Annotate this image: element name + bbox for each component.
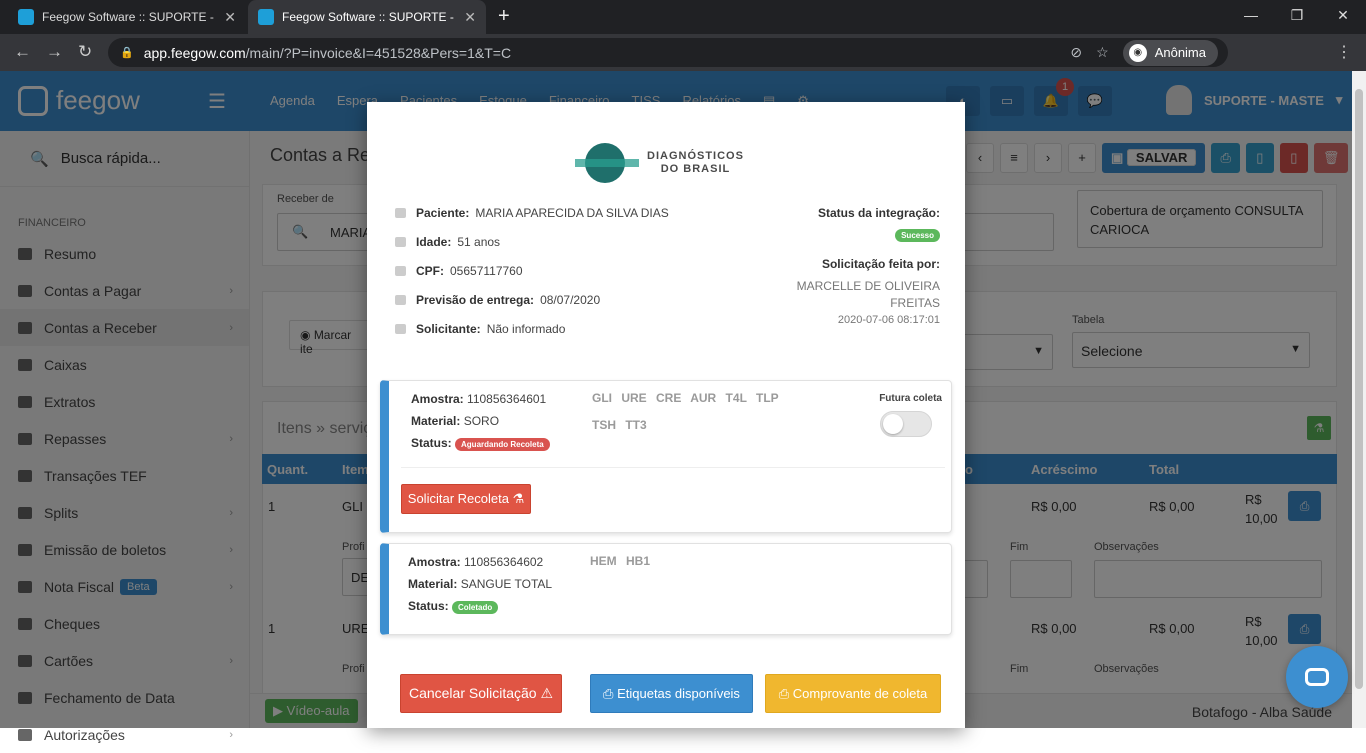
comprovante-button[interactable]: ⎙ Comprovante de coleta xyxy=(765,674,941,713)
browser-tab-2[interactable]: Feegow Software :: SUPORTE - M ✕ xyxy=(248,0,486,34)
scrollbar-thumb[interactable] xyxy=(1355,89,1363,689)
close-tab-icon[interactable]: ✕ xyxy=(464,9,476,26)
back-icon[interactable]: ← xyxy=(14,42,31,62)
feegow-favicon-icon xyxy=(258,9,274,25)
amostra-label: Amostra: xyxy=(411,392,464,406)
browser-menu-icon[interactable]: ⋮ xyxy=(1336,42,1352,62)
reload-icon[interactable]: ↻ xyxy=(78,42,92,62)
exam-list: HEM HB1 xyxy=(590,554,651,568)
solicitante-info: Solicitante: Não informado xyxy=(395,322,565,336)
stethoscope-icon xyxy=(395,324,406,334)
chat-widget-button[interactable] xyxy=(1286,646,1348,708)
incognito-icon: ◉ xyxy=(1128,43,1147,62)
warning-icon: ⚠ xyxy=(540,685,554,701)
url-host: app.feegow.com xyxy=(143,44,246,61)
etiquetas-button[interactable]: ⎙ Etiquetas disponíveis xyxy=(590,674,753,713)
sidebar-item-label: Autorizações xyxy=(44,726,125,743)
forward-icon[interactable]: → xyxy=(46,42,63,62)
sidebar-item-icon xyxy=(18,728,32,741)
tab-title: Feegow Software :: SUPORTE - M xyxy=(42,10,219,24)
material-label: Material: xyxy=(408,577,458,591)
futura-coleta-toggle[interactable] xyxy=(880,411,932,437)
material-value: SANGUE TOTAL xyxy=(460,577,553,591)
idade-label: Idade: xyxy=(416,235,452,249)
solicitacao-por-label: Solicitação feita por: xyxy=(821,257,940,271)
minimize-icon[interactable]: — xyxy=(1228,0,1274,34)
new-tab-icon[interactable]: + xyxy=(498,5,510,28)
eye-off-icon[interactable]: ⊘ xyxy=(1070,44,1082,61)
browser-tab-1[interactable]: Feegow Software :: SUPORTE - M ✕ xyxy=(8,0,246,34)
futura-coleta-label: Futura coleta xyxy=(879,393,942,404)
solicitar-recoleta-label: Solicitar Recoleta xyxy=(407,491,509,506)
previsao-info: Previsão de entrega: 08/07/2020 xyxy=(395,293,600,307)
star-icon[interactable]: ☆ xyxy=(1096,44,1109,61)
paciente-value: MARIA APARECIDA DA SILVA DIAS xyxy=(475,206,669,220)
card-divider xyxy=(401,467,945,468)
sample-card-2: Amostra: 110856364602 Material: SANGUE T… xyxy=(380,543,952,635)
birthday-icon xyxy=(395,237,406,247)
idade-info: Idade: 51 anos xyxy=(395,235,500,249)
exam-codes-line-2: TSH TT3 xyxy=(592,418,647,432)
sample-status-badge: Coletado xyxy=(452,601,499,614)
solicitar-recoleta-button[interactable]: Solicitar Recoleta ⚗ xyxy=(401,484,531,514)
status-integracao-badge: Sucesso xyxy=(895,229,940,242)
exam-list: GLI URE CRE AUR T4L TLP TSH TT3 xyxy=(592,385,832,439)
restore-icon[interactable]: ❐ xyxy=(1274,0,1320,34)
window-controls: — ❐ ✕ xyxy=(1228,0,1366,34)
logo-line-2: DO BRASIL xyxy=(660,163,731,175)
status-label: Status: xyxy=(408,599,449,613)
calendar-icon xyxy=(395,295,406,305)
material-value: SORO xyxy=(463,414,500,428)
solicitacao-por-name-2: FREITAS xyxy=(890,296,940,310)
cancelar-solicitacao-button[interactable]: Cancelar Solicitação ⚠ xyxy=(400,674,562,713)
etiquetas-label: Etiquetas disponíveis xyxy=(617,686,740,701)
chevron-right-icon: › xyxy=(229,728,233,741)
solicitacao-por-name: MARCELLE DE OLIVEIRA xyxy=(796,279,940,293)
tab-title: Feegow Software :: SUPORTE - M xyxy=(282,10,459,24)
diagnosticos-logo-icon xyxy=(575,142,639,184)
print-icon: ⎙ xyxy=(603,686,614,701)
id-card-icon xyxy=(395,266,406,276)
url-field[interactable]: 🔒 app.feegow.com /main/?P=invoice&I=4515… xyxy=(108,38,1228,67)
amostra-value: 110856364602 xyxy=(464,555,544,569)
cpf-label: CPF: xyxy=(416,264,444,278)
close-tab-icon[interactable]: ✕ xyxy=(224,9,236,26)
url-path: /main/?P=invoice&I=451528&Pers=1&T=C xyxy=(245,44,512,61)
sample-card-1: Amostra: 110856364601 Material: SORO Sta… xyxy=(380,380,952,533)
print-icon: ⎙ xyxy=(778,686,790,701)
user-icon xyxy=(395,208,406,218)
sample-status-badge: Aguardando Recoleta xyxy=(455,438,550,451)
close-window-icon[interactable]: ✕ xyxy=(1320,0,1366,34)
page-scrollbar[interactable] xyxy=(1352,71,1366,728)
incognito-badge[interactable]: ◉ Anônima xyxy=(1122,39,1218,66)
comprovante-label: Comprovante de coleta xyxy=(792,686,928,701)
feegow-favicon-icon xyxy=(18,9,34,25)
solicitacao-datetime: 2020-07-06 08:17:01 xyxy=(837,314,940,326)
amostra-label: Amostra: xyxy=(408,555,461,569)
lab-logo: DIAGNÓSTICOS DO BRASIL xyxy=(575,142,744,184)
browser-address-bar: ← → ↻ 🔒 app.feegow.com /main/?P=invoice&… xyxy=(0,34,1366,71)
logo-line-1: DIAGNÓSTICOS xyxy=(647,150,744,162)
cpf-value: 05657117760 xyxy=(450,264,523,278)
material-label: Material: xyxy=(411,414,461,428)
paciente-label: Paciente: xyxy=(416,206,470,220)
amostra-value: 110856364601 xyxy=(467,392,547,406)
idade-value: 51 anos xyxy=(457,235,501,249)
previsao-value: 08/07/2020 xyxy=(540,293,601,307)
paciente-info: Paciente: MARIA APARECIDA DA SILVA DIAS xyxy=(395,206,669,220)
solicitante-value: Não informado xyxy=(486,322,566,336)
solicitante-label: Solicitante: xyxy=(416,322,481,336)
cancelar-label: Cancelar Solicitação xyxy=(408,685,537,701)
status-integracao-label: Status da integração: xyxy=(817,206,940,220)
incognito-label: Anônima xyxy=(1154,45,1206,60)
status-label: Status: xyxy=(411,436,452,450)
flask-icon: ⚗ xyxy=(512,491,525,506)
chat-icon xyxy=(1305,668,1329,686)
previsao-label: Previsão de entrega: xyxy=(416,293,535,307)
integration-modal: DIAGNÓSTICOS DO BRASIL Paciente: MARIA A… xyxy=(367,102,965,728)
lock-icon: 🔒 xyxy=(120,47,134,59)
exam-codes-line-1: GLI URE CRE AUR T4L TLP xyxy=(592,391,779,405)
cpf-info: CPF: 05657117760 xyxy=(395,264,523,278)
browser-tabbar: Feegow Software :: SUPORTE - M ✕ Feegow … xyxy=(0,0,1366,34)
